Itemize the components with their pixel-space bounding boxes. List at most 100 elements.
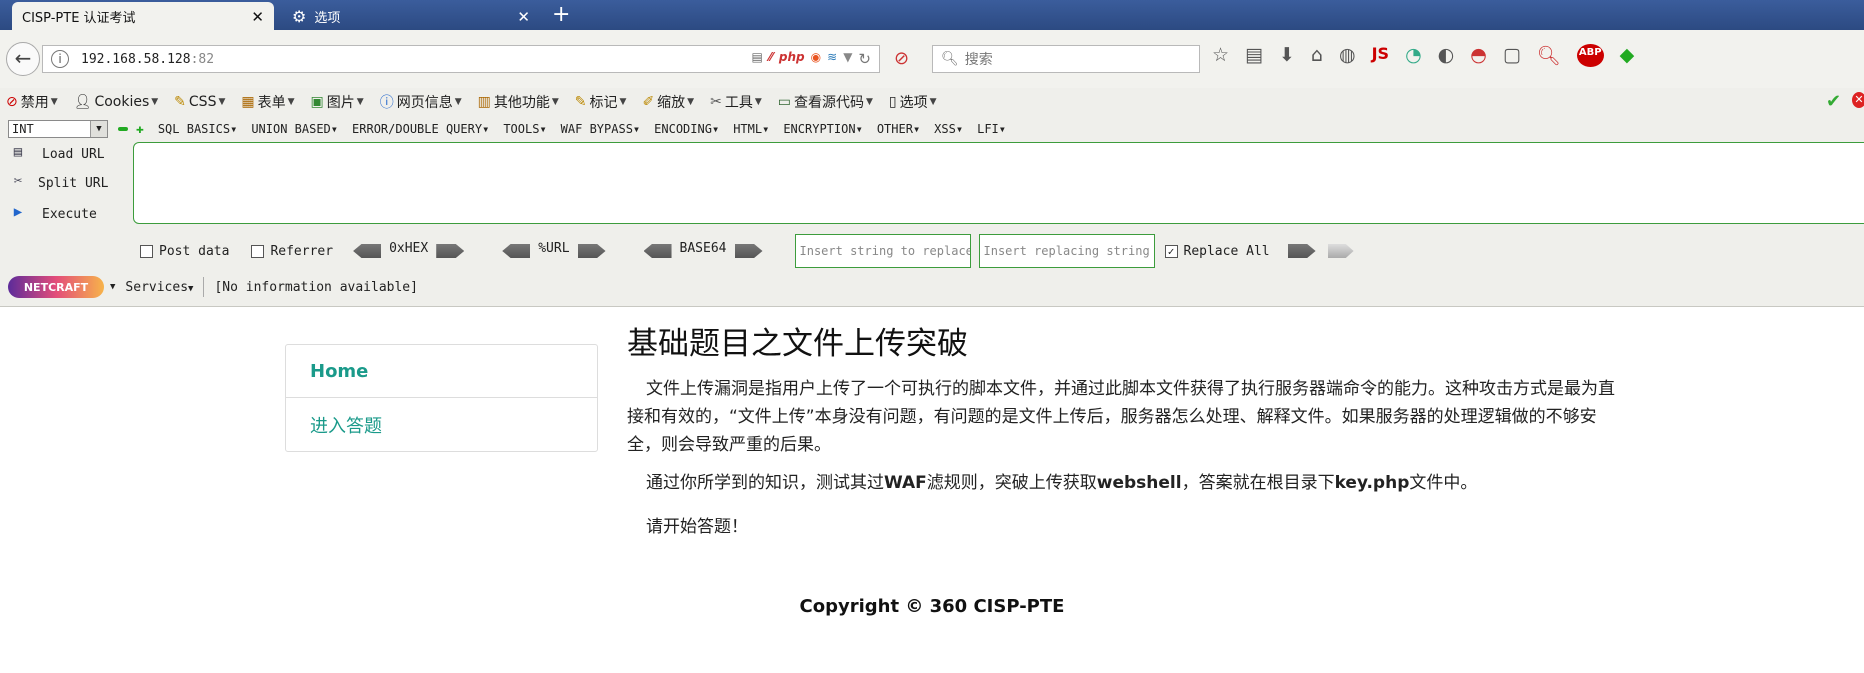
nav-home-link[interactable]: Home [286, 345, 597, 398]
menu-forms[interactable]: ▦ 表单 ▼ [235, 92, 294, 112]
base64-decode-icon[interactable] [643, 244, 672, 258]
menu-outline[interactable]: ✎ 标记 ▼ [569, 92, 627, 112]
server-icon[interactable]: ▤ [752, 50, 763, 68]
new-tab-icon[interactable]: + [552, 2, 570, 28]
ubuntu-icon[interactable]: ◉ [811, 50, 821, 68]
replace-left-icon[interactable] [1287, 244, 1316, 258]
copyright-footer: Copyright © 360 CISP-PTE [799, 596, 1065, 617]
back-arrow-icon[interactable]: ← [6, 42, 40, 76]
increase-icon[interactable]: ✚ [136, 122, 144, 137]
globe-icon[interactable]: ◍ [1339, 44, 1356, 67]
info-icon: ⓘ [379, 95, 394, 111]
netcraft-logo[interactable]: NETCRAFT [8, 276, 104, 298]
home-icon[interactable]: ⌂ [1311, 44, 1323, 67]
nav-answer-link[interactable]: 进入答题 [286, 398, 597, 451]
replace-right-icon[interactable] [1327, 244, 1354, 258]
reading-list-icon[interactable]: ▤ [1245, 44, 1263, 67]
source-icon: ▭ [777, 94, 791, 110]
search-box[interactable]: 🔍︎ 搜索 [932, 45, 1200, 73]
shield-icon[interactable]: ◆ [1620, 44, 1635, 67]
menu-union-based[interactable]: UNION BASED▾ [251, 122, 338, 136]
dropdown-icon[interactable]: ▼ [843, 50, 852, 68]
menu-misc[interactable]: ▥ 其他功能 ▼ [472, 92, 559, 112]
options-icon: ▯ [888, 94, 897, 110]
url-encode-icon[interactable] [577, 244, 606, 258]
split-url-icon: ✂ [13, 173, 23, 189]
menu-images[interactable]: ▣ 图片 ▼ [305, 92, 364, 112]
task-paragraph: 通过你所学到的知识，测试其过WAF滤规则，突破上传获取webshell，答案就在… [646, 473, 1478, 493]
close-tab-icon[interactable]: ✕ [251, 8, 264, 26]
info-icon[interactable]: i [51, 50, 69, 68]
html-icon[interactable]: ⁄⁄ [769, 50, 773, 68]
hackbar-url-textarea[interactable] [133, 142, 1864, 224]
netcraft-toolbar: NETCRAFT ▼ Services▼ [No information ava… [8, 274, 418, 300]
type-select[interactable]: INT ▼ [8, 120, 108, 138]
replace-all-checkbox[interactable]: ✓ Replace All [1164, 244, 1270, 259]
menu-tools[interactable]: ✂ 工具 ▼ [704, 92, 762, 112]
marker-icon: ✎ [574, 94, 587, 110]
js-icon[interactable]: JS [1372, 44, 1389, 67]
load-url-button[interactable]: ▤ Load URL [8, 144, 105, 164]
rainbow-icon[interactable]: ◓ [1470, 44, 1487, 67]
decrease-icon[interactable] [118, 127, 128, 131]
execute-button[interactable]: ▶ Execute [8, 204, 97, 224]
page-main-content: 基础题目之文件上传突破 文件上传漏洞是指用户上传了一个可执行的脚本文件，并通过此… [627, 318, 1622, 541]
menu-options[interactable]: ▯ 选项 ▼ [883, 92, 937, 112]
url-bar[interactable]: i 192.168.58.128:82 ▤ ⁄⁄ php ◉ ≋ ▼ ↻ [42, 45, 880, 73]
palette-icon[interactable]: ◐ [1438, 44, 1455, 67]
hex-decode-icon[interactable] [353, 244, 382, 258]
menu-page-info[interactable]: ⓘ 网页信息 ▼ [374, 92, 462, 112]
services-menu[interactable]: Services▼ [125, 280, 193, 295]
menu-html[interactable]: HTML▾ [733, 122, 769, 136]
tab-strip: CISP-PTE 认证考试 ✕ ⚙ 选项 ✕ + [0, 0, 1864, 30]
page-title: 基础题目之文件上传突破 [627, 326, 968, 362]
menu-disable[interactable]: ⊘ 禁用 ▼ [0, 92, 58, 112]
pencil-icon: ✎ [174, 94, 186, 110]
netcraft-info: [No information available] [214, 279, 418, 295]
reload-icon[interactable]: ↻ [858, 50, 871, 68]
menu-xss[interactable]: XSS▾ [934, 122, 963, 136]
menu-sql-basics[interactable]: SQL BASICS▾ [158, 122, 237, 136]
url-decode-icon[interactable] [502, 244, 531, 258]
menu-css[interactable]: ✎ CSS ▼ [168, 94, 225, 110]
clipboard-icon[interactable]: ▢ [1503, 44, 1521, 67]
menu-waf-bypass[interactable]: WAF BYPASS▾ [561, 122, 640, 136]
tab-options[interactable]: ⚙ 选项 ✕ [282, 2, 540, 30]
noscript-icon[interactable]: ⊘ [894, 48, 909, 69]
chrome-icon[interactable]: ◔ [1405, 44, 1422, 67]
nav-bar: ← i 192.168.58.128:82 ▤ ⁄⁄ php ◉ ≋ ▼ ↻ ⊘… [0, 30, 1864, 89]
close-tab-icon[interactable]: ✕ [517, 8, 530, 26]
zoom-icon[interactable]: 🔍︎ [1537, 44, 1561, 67]
menu-error-double-query[interactable]: ERROR/DOUBLE QUERY▾ [352, 122, 489, 136]
error-icon[interactable]: ✕ [1852, 92, 1864, 108]
start-paragraph: 请开始答题！ [646, 517, 748, 537]
menu-cookies[interactable]: 👤︎ Cookies ▼ [68, 94, 159, 110]
download-icon[interactable]: ⬇ [1279, 44, 1295, 67]
tab-cisp-pte[interactable]: CISP-PTE 认证考试 ✕ [12, 2, 274, 30]
wave-icon[interactable]: ≋ [827, 50, 837, 68]
menu-encryption[interactable]: ENCRYPTION▾ [783, 122, 862, 136]
hex-encode-icon[interactable] [436, 244, 465, 258]
base64-encode-icon[interactable] [734, 244, 763, 258]
hex-label: 0xHEX [389, 240, 429, 256]
split-url-button[interactable]: ✂ Split URL [8, 173, 109, 193]
execute-icon: ▶ [13, 204, 23, 220]
menu-lfi[interactable]: LFI▾ [977, 122, 1006, 136]
php-icon[interactable]: php [779, 50, 805, 68]
checkmark-icon[interactable]: ✔ [1826, 91, 1841, 112]
replace-with-input[interactable]: Insert replacing string [978, 234, 1155, 268]
menu-other[interactable]: OTHER▾ [877, 122, 920, 136]
menu-tools[interactable]: TOOLS▾ [503, 122, 546, 136]
menu-resize[interactable]: ✐ 缩放 ▼ [636, 92, 694, 112]
menu-view-source[interactable]: ▭ 查看源代码 ▼ [772, 92, 873, 112]
replace-find-input[interactable]: Insert string to replace [794, 234, 971, 268]
chevron-down-icon[interactable]: ▼ [110, 282, 115, 292]
post-data-checkbox[interactable]: Post data [140, 244, 229, 259]
divider [203, 277, 205, 297]
user-icon: 👤︎ [73, 94, 92, 110]
menu-encoding[interactable]: ENCODING▾ [654, 122, 719, 136]
adblock-icon[interactable]: ABP [1576, 44, 1604, 67]
bookmark-star-icon[interactable]: ☆ [1212, 44, 1229, 67]
referrer-checkbox[interactable]: Referrer [251, 244, 333, 259]
hackbar: INT ▼ ✚ SQL BASICS▾ UNION BASED▾ ERROR/D… [0, 116, 1864, 307]
